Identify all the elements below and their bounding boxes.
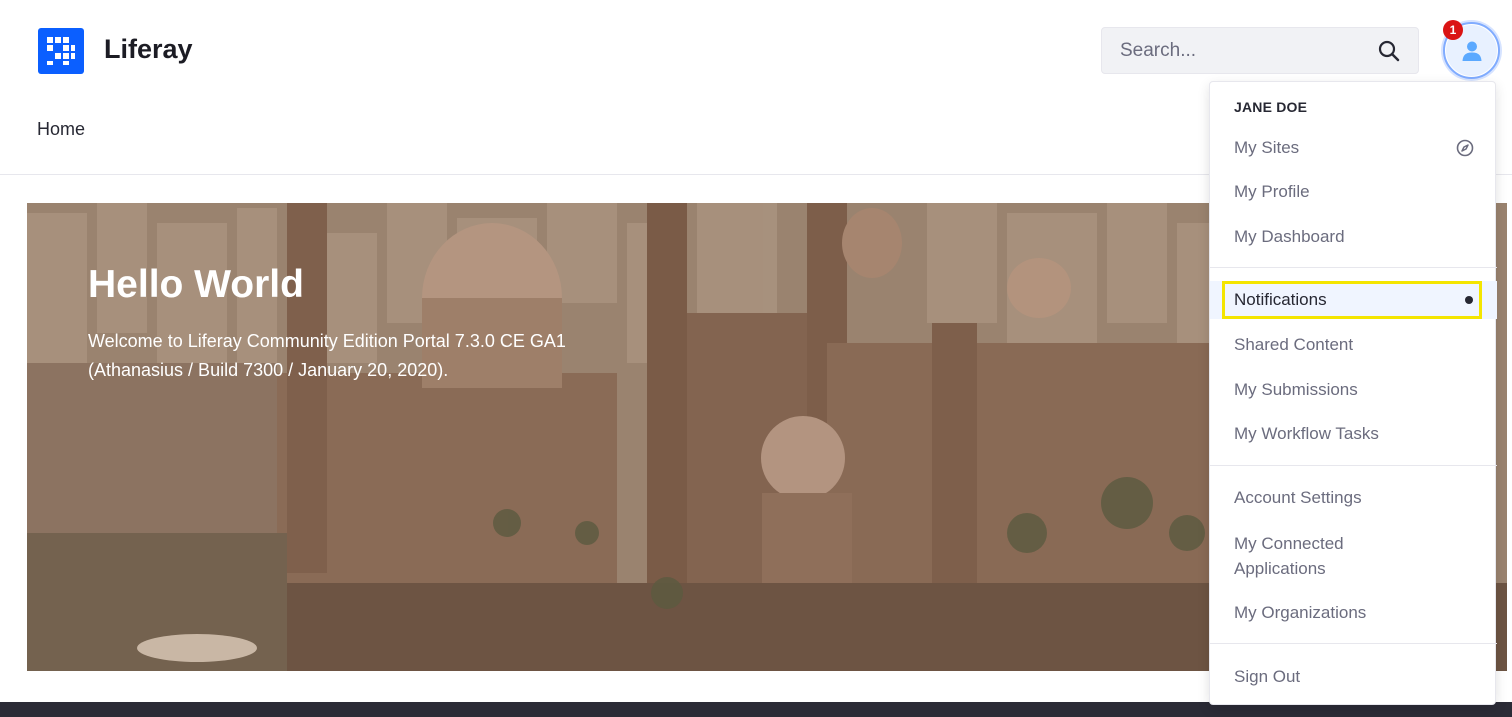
banner-description: Welcome to Liferay Community Edition Por… [88, 331, 566, 380]
menu-item-my-workflow-tasks[interactable]: My Workflow Tasks [1210, 414, 1497, 454]
menu-item-label: My Dashboard [1234, 227, 1345, 246]
menu-item-my-dashboard[interactable]: My Dashboard [1210, 217, 1497, 257]
menu-item-my-organizations[interactable]: My Organizations [1210, 593, 1497, 633]
menu-item-label: My Submissions [1234, 380, 1358, 399]
menu-item-label-line-1: My Connected [1234, 534, 1344, 553]
notification-count-badge: 1 [1443, 20, 1463, 40]
highlight-box [1222, 281, 1482, 319]
user-menu-dropdown: JANE DOE My Sites My Profile My Dashboar… [1209, 81, 1497, 705]
search-bar[interactable] [1101, 27, 1419, 74]
menu-item-label: My Sites [1234, 138, 1300, 157]
menu-item-label: Account Settings [1234, 488, 1362, 507]
menu-item-my-submissions[interactable]: My Submissions [1210, 370, 1497, 410]
banner-title: Hello World [88, 263, 304, 306]
menu-item-label: My Profile [1234, 182, 1310, 201]
menu-divider [1210, 267, 1497, 268]
search-input[interactable] [1102, 28, 1372, 73]
menu-item-sign-out[interactable]: Sign Out [1210, 657, 1497, 697]
menu-item-label: My Workflow Tasks [1234, 424, 1379, 443]
search-icon[interactable] [1378, 40, 1400, 62]
menu-divider [1210, 465, 1497, 466]
nav-item-home[interactable]: Home [37, 119, 85, 140]
menu-item-my-sites[interactable]: My Sites [1210, 128, 1497, 168]
menu-item-label: Shared Content [1234, 335, 1354, 354]
page: Liferay 1 Home [0, 0, 1512, 717]
site-name[interactable]: Liferay [104, 34, 193, 65]
menu-item-label: Sign Out [1234, 667, 1301, 686]
menu-item-my-profile[interactable]: My Profile [1210, 172, 1497, 212]
liferay-logo-icon[interactable] [38, 28, 84, 74]
menu-divider [1210, 643, 1497, 644]
menu-item-label: My Organizations [1234, 603, 1367, 622]
compass-icon [1456, 139, 1474, 157]
menu-item-shared-content[interactable]: Shared Content [1210, 325, 1497, 365]
user-name-header: JANE DOE [1234, 99, 1308, 115]
menu-item-my-connected-applications[interactable]: My Connected Applications [1210, 530, 1497, 582]
menu-item-label-line-2: Applications [1234, 559, 1326, 578]
menu-item-account-settings[interactable]: Account Settings [1210, 478, 1497, 518]
user-icon [1462, 41, 1481, 61]
